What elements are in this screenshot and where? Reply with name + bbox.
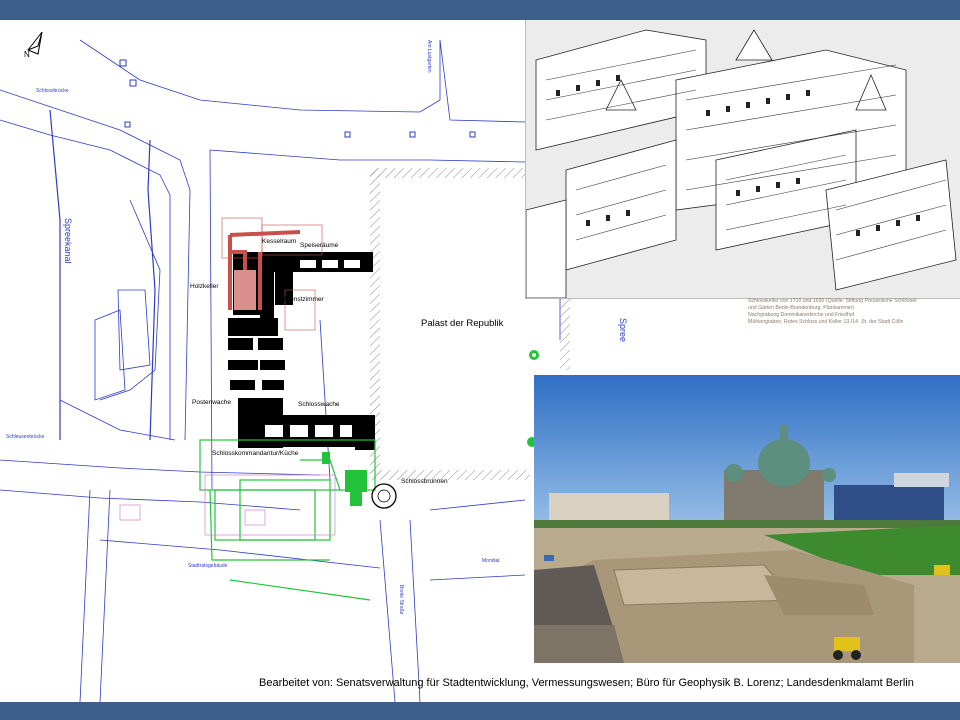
bottom-frame	[0, 702, 960, 720]
engraving-drawing	[526, 20, 960, 298]
street-lines	[0, 39, 561, 702]
room-label-dienstzimmer: Dienstzimmer	[284, 296, 324, 303]
credit-line: Bearbeitet von: Senatsverwaltung für Sta…	[259, 677, 914, 689]
top-frame	[0, 0, 960, 20]
green-remains	[199, 439, 376, 601]
spreekanal-label: Spreekanal	[63, 218, 73, 264]
room-label-postenwache: Postenwache	[192, 399, 232, 406]
street-label-mondial: Mondial	[482, 558, 500, 564]
schlossbrunnen-marker	[371, 483, 397, 509]
room-label-holzkeller: Holzkeller	[190, 283, 219, 290]
engraving-caption: Schlosskeller von 1710 und 1690 (Quelle:…	[748, 298, 960, 326]
room-label-speiseraeume: Speiseräume	[300, 242, 339, 249]
photo-drawing	[534, 375, 960, 663]
palast-label: Palast der Republik	[421, 318, 504, 329]
room-label-kesselraum: Kesselraum	[262, 238, 297, 245]
historical-engraving	[525, 20, 960, 299]
street-furniture	[119, 59, 476, 138]
canal-banks	[49, 109, 156, 441]
street-label-stadtrat: Stadtratsgebäude	[188, 563, 228, 569]
excavation-photo	[534, 375, 960, 663]
street-label-schleusenbruecke: Schleusenbrücke	[6, 434, 45, 440]
street-label-schlossbruecke: Schlossbrücke	[36, 88, 69, 94]
room-label-kommandantur: Schlosskommandantur/Küche	[212, 450, 299, 457]
room-label-schlosswache: Schlosswache	[298, 401, 340, 408]
north-label: N	[24, 50, 30, 59]
green-fill	[322, 452, 367, 506]
red-fill	[234, 270, 256, 310]
caption-line: Schlosskeller von 1710 und 1690 (Quelle:…	[748, 298, 917, 304]
north-arrow-icon	[27, 31, 43, 55]
caption-line: Nachgrabung Dominikanerkirche und Friedh…	[748, 312, 855, 318]
spree-label: Spree	[618, 318, 628, 343]
pink-outlines	[119, 474, 336, 536]
room-label-schlossbrunnen: Schlossbrunnen	[401, 478, 448, 485]
caption-line: und Gärten Berlin-Brandenburg, Plankamme…	[748, 305, 855, 311]
slide-canvas: N Palast der Republik Spreekanal Spree S…	[0, 20, 960, 702]
caption-line: Mühlengraben, Rotes Schloss und Keller 1…	[748, 319, 904, 325]
street-label-breite-strasse: Breite Straße	[398, 585, 404, 615]
street-label-am-lustgarten: Am Lustgarten	[426, 40, 432, 73]
